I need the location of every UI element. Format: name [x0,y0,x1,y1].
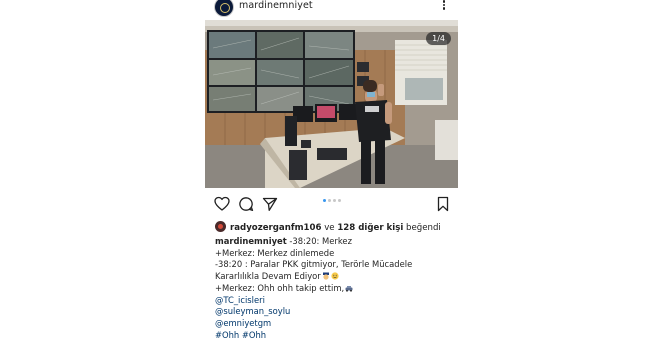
caption-line3: -38:20 : Paralar PKK gitmiyor, Terörle M… [215,259,413,270]
instagram-post: mardinemniyet 1/4 radyozerganfm106 ve 12… [205,0,458,354]
caption-line5: +Merkez: Ohh ohh takip ettim, [215,282,345,293]
carousel-dot [337,199,341,202]
post-photo[interactable]: 1/4 [205,20,458,188]
post-header: mardinemniyet [205,0,458,18]
more-options-icon[interactable] [442,0,446,13]
mention-suleyman-soylu[interactable]: @suleyman_soylu [215,306,455,318]
mention-tc-icisleri[interactable]: @TC_icisleri [215,295,455,307]
post-caption: mardinemniyet -38:20: Merkez +Merkez: Me… [215,236,455,341]
mention-emniyetgm[interactable]: @emniyetgm [215,318,455,330]
likes-others[interactable]: 128 diğer kişi [337,223,403,233]
hashtags[interactable]: #Ohh #Ohh [215,330,455,342]
likes-suffix: beğendi [403,223,441,233]
likes-row: radyozerganfm106 ve 128 diğer kişi beğen… [215,221,441,233]
avatar[interactable] [214,0,234,17]
likes-connector: ve [321,223,338,233]
post-username[interactable]: mardinemniyet [239,0,313,11]
police-car-emoji-icon [345,285,353,292]
carousel-dot [327,199,331,202]
caption-line4: Kararlılıkla Devam Ediyor [215,271,321,282]
image-counter-badge: 1/4 [426,32,451,45]
liker-avatar[interactable] [215,221,226,232]
smile-emoji-icon [331,272,339,280]
carousel-dots [205,199,458,203]
caption-line2: +Merkez: Merkez dinlemede [215,247,335,258]
police-officer-emoji-icon [322,272,329,280]
carousel-dot [322,199,326,202]
caption-author[interactable]: mardinemniyet [215,236,287,246]
caption-line1: -38:20: Merkez [286,236,352,246]
carousel-dot [332,199,336,202]
liker-username[interactable]: radyozerganfm106 [230,223,321,233]
control-room-photo [205,20,458,188]
